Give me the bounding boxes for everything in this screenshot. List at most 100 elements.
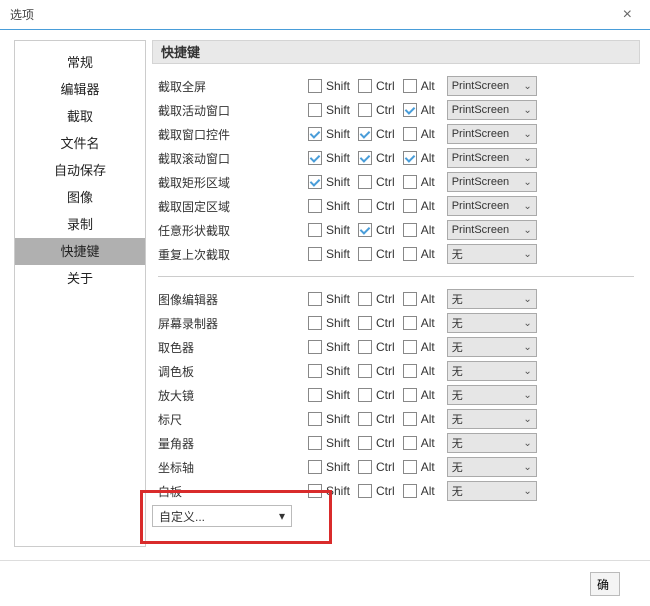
hotkey-label: 坐标轴 (158, 459, 308, 476)
custom-dropdown[interactable]: 自定义... ▾ (152, 505, 292, 527)
checkbox-box (403, 316, 417, 330)
alt-checkbox[interactable]: Alt (403, 316, 435, 330)
alt-checkbox[interactable]: Alt (403, 103, 435, 117)
sidebar-item-8[interactable]: 关于 (15, 265, 145, 292)
shift-checkbox[interactable]: Shift (308, 460, 350, 474)
checkbox-box (308, 223, 322, 237)
shift-checkbox[interactable]: Shift (308, 292, 350, 306)
ctrl-checkbox[interactable]: Ctrl (358, 199, 395, 213)
chevron-down-icon: ⌄ (523, 129, 531, 140)
key-select[interactable]: 无⌄ (447, 289, 537, 309)
alt-checkbox[interactable]: Alt (403, 364, 435, 378)
ctrl-checkbox[interactable]: Ctrl (358, 103, 395, 117)
sidebar-item-0[interactable]: 常规 (15, 49, 145, 76)
shift-label: Shift (326, 79, 350, 93)
alt-label: Alt (421, 364, 435, 378)
key-select[interactable]: PrintScreen⌄ (447, 124, 537, 144)
alt-checkbox[interactable]: Alt (403, 412, 435, 426)
shift-checkbox[interactable]: Shift (308, 436, 350, 450)
key-select[interactable]: 无⌄ (447, 313, 537, 333)
sidebar-item-7[interactable]: 快捷键 (15, 238, 145, 265)
ctrl-checkbox[interactable]: Ctrl (358, 340, 395, 354)
key-select[interactable]: 无⌄ (447, 244, 537, 264)
hotkey-row: 重复上次截取ShiftCtrlAlt无⌄ (158, 242, 634, 266)
hotkey-row: 调色板ShiftCtrlAlt无⌄ (158, 359, 634, 383)
alt-checkbox[interactable]: Alt (403, 436, 435, 450)
key-select[interactable]: 无⌄ (447, 385, 537, 405)
key-select[interactable]: PrintScreen⌄ (447, 100, 537, 120)
shift-label: Shift (326, 199, 350, 213)
key-select[interactable]: PrintScreen⌄ (447, 172, 537, 192)
shift-checkbox[interactable]: Shift (308, 340, 350, 354)
checkbox-box (403, 199, 417, 213)
checkbox-box (358, 247, 372, 261)
ctrl-checkbox[interactable]: Ctrl (358, 460, 395, 474)
shift-checkbox[interactable]: Shift (308, 388, 350, 402)
chevron-down-icon: ▾ (279, 509, 285, 523)
ctrl-checkbox[interactable]: Ctrl (358, 484, 395, 498)
shift-checkbox[interactable]: Shift (308, 316, 350, 330)
hotkey-label: 放大镜 (158, 387, 308, 404)
ctrl-checkbox[interactable]: Ctrl (358, 388, 395, 402)
ctrl-checkbox[interactable]: Ctrl (358, 292, 395, 306)
key-select[interactable]: 无⌄ (447, 337, 537, 357)
alt-label: Alt (421, 223, 435, 237)
key-value: PrintScreen (452, 224, 509, 236)
shift-checkbox[interactable]: Shift (308, 127, 350, 141)
ctrl-checkbox[interactable]: Ctrl (358, 223, 395, 237)
key-value: PrintScreen (452, 176, 509, 188)
key-select[interactable]: PrintScreen⌄ (447, 148, 537, 168)
ctrl-checkbox[interactable]: Ctrl (358, 316, 395, 330)
key-select[interactable]: PrintScreen⌄ (447, 76, 537, 96)
key-select[interactable]: 无⌄ (447, 409, 537, 429)
key-select[interactable]: PrintScreen⌄ (447, 196, 537, 216)
key-select[interactable]: 无⌄ (447, 481, 537, 501)
ctrl-checkbox[interactable]: Ctrl (358, 127, 395, 141)
ctrl-checkbox[interactable]: Ctrl (358, 79, 395, 93)
ctrl-label: Ctrl (376, 460, 395, 474)
key-select[interactable]: 无⌄ (447, 361, 537, 381)
ctrl-checkbox[interactable]: Ctrl (358, 412, 395, 426)
alt-checkbox[interactable]: Alt (403, 292, 435, 306)
shift-checkbox[interactable]: Shift (308, 103, 350, 117)
alt-checkbox[interactable]: Alt (403, 340, 435, 354)
ctrl-checkbox[interactable]: Ctrl (358, 436, 395, 450)
ctrl-checkbox[interactable]: Ctrl (358, 247, 395, 261)
key-select[interactable]: 无⌄ (447, 457, 537, 477)
alt-checkbox[interactable]: Alt (403, 484, 435, 498)
alt-checkbox[interactable]: Alt (403, 151, 435, 165)
sidebar-item-4[interactable]: 自动保存 (15, 157, 145, 184)
alt-checkbox[interactable]: Alt (403, 460, 435, 474)
key-select[interactable]: PrintScreen⌄ (447, 220, 537, 240)
sidebar-item-1[interactable]: 编辑器 (15, 76, 145, 103)
ctrl-checkbox[interactable]: Ctrl (358, 151, 395, 165)
ok-button[interactable]: 确 (590, 572, 620, 596)
alt-checkbox[interactable]: Alt (403, 199, 435, 213)
shift-checkbox[interactable]: Shift (308, 412, 350, 426)
sidebar-item-6[interactable]: 录制 (15, 211, 145, 238)
alt-checkbox[interactable]: Alt (403, 388, 435, 402)
sidebar-item-2[interactable]: 截取 (15, 103, 145, 130)
checkbox-box (403, 412, 417, 426)
shift-label: Shift (326, 484, 350, 498)
chevron-down-icon: ⌄ (523, 294, 531, 305)
shift-checkbox[interactable]: Shift (308, 247, 350, 261)
sidebar-item-3[interactable]: 文件名 (15, 130, 145, 157)
ctrl-checkbox[interactable]: Ctrl (358, 175, 395, 189)
alt-checkbox[interactable]: Alt (403, 175, 435, 189)
alt-checkbox[interactable]: Alt (403, 79, 435, 93)
shift-checkbox[interactable]: Shift (308, 223, 350, 237)
shift-checkbox[interactable]: Shift (308, 364, 350, 378)
alt-checkbox[interactable]: Alt (403, 223, 435, 237)
close-icon[interactable]: × (615, 2, 640, 28)
shift-checkbox[interactable]: Shift (308, 79, 350, 93)
key-select[interactable]: 无⌄ (447, 433, 537, 453)
shift-checkbox[interactable]: Shift (308, 175, 350, 189)
shift-checkbox[interactable]: Shift (308, 484, 350, 498)
shift-checkbox[interactable]: Shift (308, 151, 350, 165)
sidebar-item-5[interactable]: 图像 (15, 184, 145, 211)
ctrl-checkbox[interactable]: Ctrl (358, 364, 395, 378)
alt-checkbox[interactable]: Alt (403, 127, 435, 141)
alt-checkbox[interactable]: Alt (403, 247, 435, 261)
shift-checkbox[interactable]: Shift (308, 199, 350, 213)
